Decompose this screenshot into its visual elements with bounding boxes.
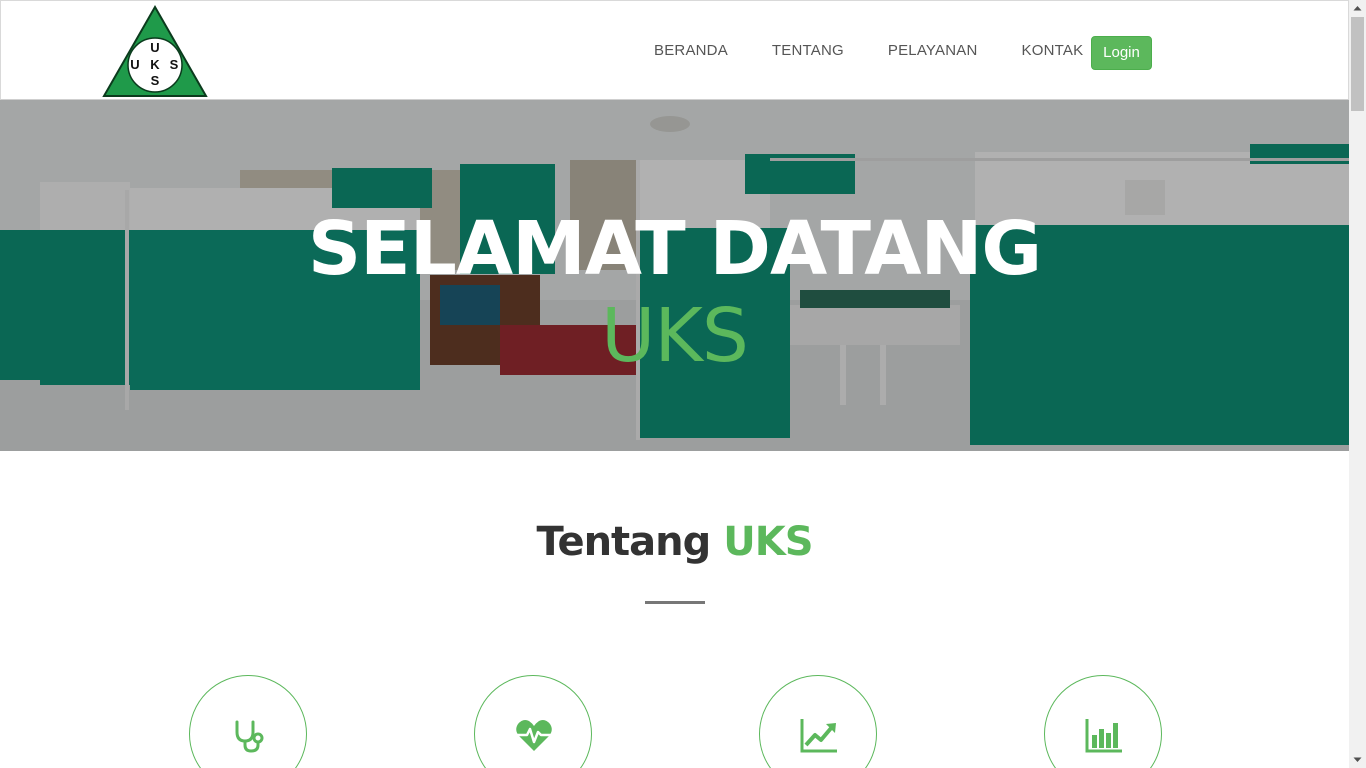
uks-logo[interactable]: U U K S S — [102, 4, 208, 98]
logo-letter: S — [169, 57, 179, 72]
scroll-thumb[interactable] — [1351, 17, 1364, 111]
heartbeat-icon — [516, 720, 552, 751]
vertical-scrollbar[interactable] — [1349, 0, 1366, 768]
about-title-main: Tentang — [536, 519, 711, 565]
logo-letter: U — [130, 57, 140, 72]
section-divider — [645, 601, 705, 604]
feature-circle-stethoscope — [189, 675, 307, 768]
bar-chart-icon — [1085, 719, 1122, 753]
stethoscope-icon — [235, 720, 264, 753]
nav-tentang[interactable]: TENTANG — [772, 41, 844, 61]
hero-subtitle: UKS — [601, 293, 749, 379]
about-title-accent: UKS — [723, 519, 813, 565]
feature-circle-line-chart — [759, 675, 877, 768]
line-chart-icon — [800, 719, 837, 753]
site-header: U U K S S BERANDA TENTANG PELAYANAN KONT… — [0, 0, 1349, 100]
about-title: Tentang UKS — [0, 514, 1349, 570]
scroll-up-arrow-icon[interactable] — [1349, 0, 1366, 17]
feature-circle-heartbeat — [474, 675, 592, 768]
logo-letter: U — [150, 40, 160, 55]
logo-letter: S — [150, 73, 160, 88]
nav-beranda[interactable]: BERANDA — [654, 41, 728, 61]
nav-kontak[interactable]: KONTAK — [1022, 41, 1084, 61]
logo-letter: K — [150, 57, 160, 72]
hero-title: SELAMAT DATANG — [307, 206, 1042, 292]
feature-circle-bar-chart — [1044, 675, 1162, 768]
nav-pelayanan[interactable]: PELAYANAN — [888, 41, 978, 61]
login-button[interactable]: Login — [1091, 36, 1152, 70]
scroll-down-arrow-icon[interactable] — [1349, 751, 1366, 768]
main-nav: BERANDA TENTANG PELAYANAN KONTAK — [654, 41, 1083, 61]
